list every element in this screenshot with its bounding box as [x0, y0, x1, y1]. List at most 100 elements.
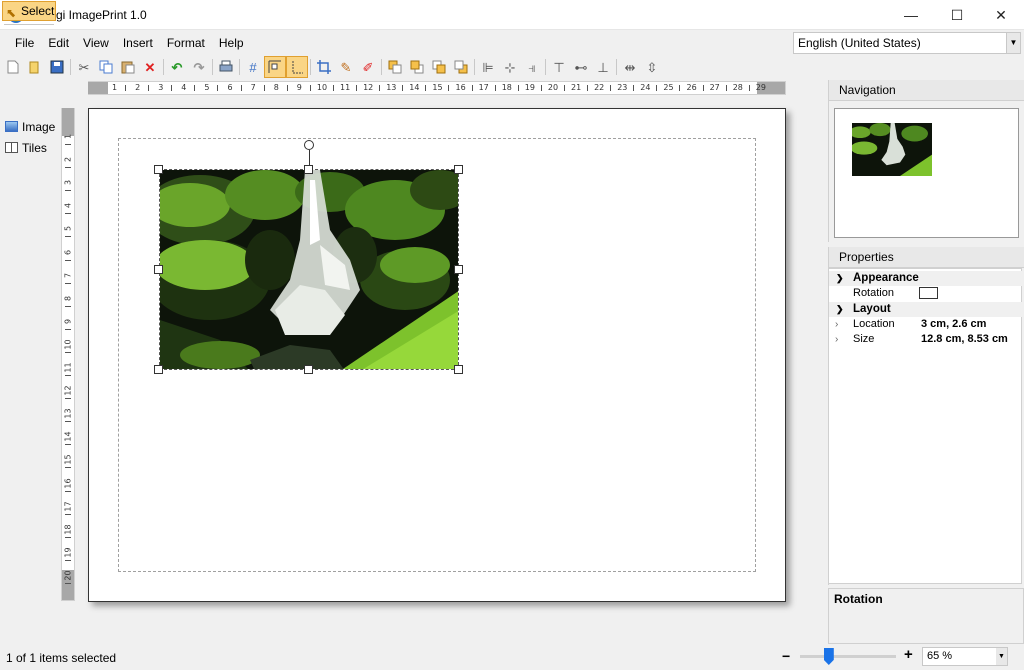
- bring-forward-icon[interactable]: [406, 56, 428, 78]
- language-select[interactable]: English (United States) ▼: [793, 32, 1021, 54]
- ruler-tick-label: 1: [63, 133, 73, 140]
- send-backward-icon[interactable]: [428, 56, 450, 78]
- menu-help[interactable]: Help: [212, 32, 251, 54]
- tiles-tool-button[interactable]: Tiles: [2, 138, 56, 158]
- distribute-vertical-icon[interactable]: ⇳: [641, 56, 663, 78]
- print-icon[interactable]: [215, 56, 237, 78]
- navigation-thumbnail[interactable]: [852, 123, 932, 176]
- align-right-icon[interactable]: ⫣: [521, 56, 543, 78]
- select-tool-button[interactable]: ⬉ Select: [2, 1, 56, 21]
- category-layout[interactable]: ❯ Layout: [829, 302, 1022, 317]
- copy-icon[interactable]: [95, 56, 117, 78]
- chevron-down-icon[interactable]: ❯: [836, 271, 844, 286]
- property-size[interactable]: › Size 12.8 cm, 8.53 cm: [829, 332, 1022, 347]
- resize-handle-sw[interactable]: [154, 365, 163, 374]
- property-location-value[interactable]: 3 cm, 2.6 cm: [921, 317, 986, 332]
- chevron-down-icon[interactable]: ▼: [1006, 33, 1020, 53]
- chevron-down-icon[interactable]: ▼: [996, 648, 1007, 665]
- resize-handle-n[interactable]: [304, 165, 313, 174]
- eraser-icon[interactable]: ✐: [357, 56, 379, 78]
- ruler-tick-label: 1: [112, 83, 118, 92]
- minimize-button[interactable]: —: [888, 0, 934, 30]
- align-top-icon[interactable]: ⊤: [548, 56, 570, 78]
- menu-format[interactable]: Format: [160, 32, 212, 54]
- property-location[interactable]: › Location 3 cm, 2.6 cm: [829, 317, 1022, 332]
- waterfall-image[interactable]: [159, 169, 459, 370]
- ruler-tick-mark: [65, 582, 71, 584]
- resize-handle-w[interactable]: [154, 265, 163, 274]
- ruler-tick-label: 21: [571, 83, 582, 92]
- property-size-label: Size: [853, 333, 875, 345]
- snap-to-grid-icon[interactable]: [264, 56, 286, 78]
- ruler-tick-mark: [656, 85, 658, 91]
- undo-icon[interactable]: ↶: [166, 56, 188, 78]
- send-to-back-icon[interactable]: [450, 56, 472, 78]
- ruler-tick-label: 4: [181, 83, 187, 92]
- align-bottom-icon[interactable]: ⊥: [592, 56, 614, 78]
- align-center-icon[interactable]: ⊹: [499, 56, 521, 78]
- rotation-handle[interactable]: [304, 140, 314, 150]
- cut-icon[interactable]: ✂: [73, 56, 95, 78]
- ruler-tick-mark: [471, 85, 473, 91]
- resize-handle-ne[interactable]: [454, 165, 463, 174]
- crop-icon[interactable]: [313, 56, 335, 78]
- paste-icon[interactable]: [117, 56, 139, 78]
- zoom-in-button[interactable]: +: [904, 646, 913, 663]
- resize-handle-e[interactable]: [454, 265, 463, 274]
- resize-handle-se[interactable]: [454, 365, 463, 374]
- maximize-button[interactable]: ☐: [934, 0, 980, 30]
- align-left-icon[interactable]: ⊫: [477, 56, 499, 78]
- ruler-tick-label: 7: [250, 83, 256, 92]
- new-document-icon[interactable]: [2, 56, 24, 78]
- ruler-tick-label: 14: [63, 431, 73, 442]
- ruler-tick-mark: [65, 328, 71, 330]
- image-tool-button[interactable]: Image: [2, 117, 56, 137]
- chevron-right-icon[interactable]: ›: [835, 332, 838, 347]
- menu-view[interactable]: View: [76, 32, 116, 54]
- ruler-tick-label: 2: [63, 157, 73, 163]
- toolbar-separator: [163, 59, 164, 75]
- close-window-button[interactable]: ✕: [978, 0, 1024, 30]
- resize-handle-nw[interactable]: [154, 165, 163, 174]
- menu-file[interactable]: File: [8, 32, 41, 54]
- ruler-tick-label: 18: [63, 524, 73, 535]
- ruler-tick-label: 13: [386, 83, 397, 92]
- save-icon[interactable]: [46, 56, 68, 78]
- distribute-horizontal-icon[interactable]: ⇹: [619, 56, 641, 78]
- ruler-tick-mark: [65, 513, 71, 515]
- ruler-tick-mark: [379, 85, 381, 91]
- chevron-down-icon[interactable]: ❯: [836, 302, 844, 317]
- open-file-icon[interactable]: [24, 56, 46, 78]
- ruler-tick-label: 14: [409, 83, 420, 92]
- snap-to-objects-icon[interactable]: [286, 56, 308, 78]
- align-middle-icon[interactable]: ⊷: [570, 56, 592, 78]
- paint-brush-icon[interactable]: ✎: [335, 56, 357, 78]
- chevron-right-icon[interactable]: ›: [835, 317, 838, 332]
- category-appearance[interactable]: ❯ Appearance: [829, 271, 1022, 286]
- zoom-out-button[interactable]: −: [782, 648, 790, 664]
- ruler-tick-mark: [402, 85, 404, 91]
- ruler-tick-mark: [65, 282, 71, 284]
- ruler-tick-mark: [540, 85, 542, 91]
- ruler-tick-label: 12: [363, 83, 374, 92]
- menu-edit[interactable]: Edit: [41, 32, 76, 54]
- rotation-value-field[interactable]: [919, 287, 938, 299]
- ruler-tick-label: 8: [63, 295, 73, 301]
- ruler-tick-mark: [610, 85, 612, 91]
- selection-status: 1 of 1 items selected: [6, 651, 117, 665]
- menu-insert[interactable]: Insert: [116, 32, 160, 54]
- bring-to-front-icon[interactable]: [384, 56, 406, 78]
- grid-icon[interactable]: #: [242, 56, 264, 78]
- redo-icon[interactable]: ↷: [188, 56, 210, 78]
- ruler-tick-label: 28: [732, 83, 743, 92]
- delete-icon[interactable]: ✕: [139, 56, 161, 78]
- toolbar: ✂ ✕ ↶ ↷ # ✎ ✐ ⊫ ⊹ ⫣ ⊤ ⊷ ⊥ ⇹ ⇳: [0, 56, 790, 78]
- ruler-tick-mark: [725, 85, 727, 91]
- category-appearance-label: Appearance: [853, 272, 919, 284]
- toolbar-separator: [474, 59, 475, 75]
- zoom-slider-track[interactable]: [800, 655, 896, 658]
- property-rotation[interactable]: Rotation: [829, 286, 1022, 301]
- ruler-tick-mark: [65, 305, 71, 307]
- property-size-value[interactable]: 12.8 cm, 8.53 cm: [921, 332, 1008, 347]
- resize-handle-s[interactable]: [304, 365, 313, 374]
